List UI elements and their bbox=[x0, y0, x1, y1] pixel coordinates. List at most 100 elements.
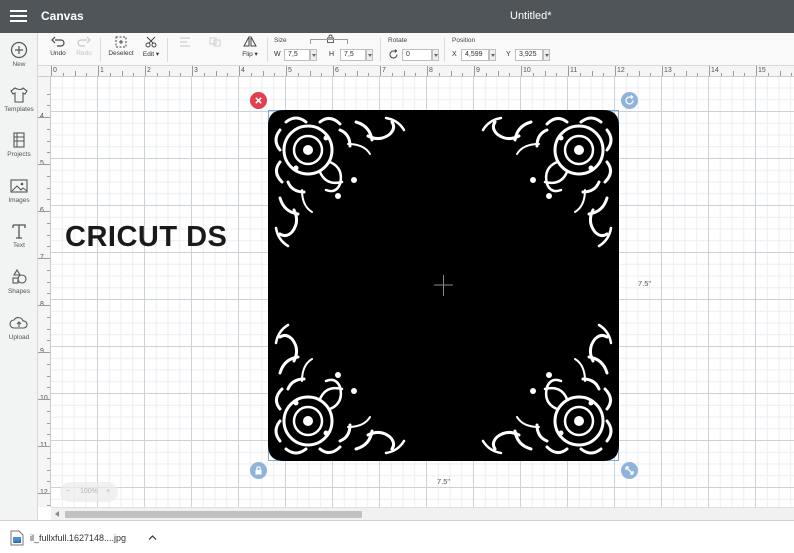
ruler-tick bbox=[109, 73, 111, 76]
ruler-tick bbox=[47, 128, 50, 130]
ruler-tick bbox=[47, 187, 50, 189]
app-title: Canvas bbox=[41, 9, 84, 23]
ruler-tick bbox=[626, 73, 628, 76]
ruler-tick bbox=[239, 66, 240, 76]
sidebar-item-templates[interactable]: Templates bbox=[0, 86, 38, 126]
position-x-input[interactable]: 4,599 bbox=[461, 49, 489, 61]
ruler-tick bbox=[47, 316, 50, 318]
download-item[interactable]: il_fullxfull.1627148....jpg bbox=[8, 528, 160, 548]
ruler-tick bbox=[603, 73, 605, 76]
flip-dropdown[interactable]: Flip ▾ bbox=[237, 36, 263, 58]
horizontal-scrollbar[interactable] bbox=[51, 507, 794, 520]
ruler-tick bbox=[47, 93, 50, 95]
ruler-tick bbox=[47, 293, 50, 295]
redo-icon bbox=[77, 36, 91, 47]
ruler-tick bbox=[38, 164, 50, 165]
toolbar-divider bbox=[100, 38, 101, 62]
sidebar-item-projects[interactable]: Projects bbox=[0, 131, 38, 171]
scroll-left-icon[interactable] bbox=[55, 511, 59, 517]
ruler-tick bbox=[673, 73, 675, 76]
ruler-tick bbox=[47, 234, 50, 236]
cloud-upload-icon bbox=[9, 317, 28, 329]
rotate-input[interactable]: 0 bbox=[402, 49, 432, 61]
align-button bbox=[173, 36, 197, 50]
ruler-tick bbox=[47, 363, 50, 365]
shapes-icon bbox=[12, 268, 27, 284]
zoom-in-icon[interactable]: + bbox=[106, 488, 110, 495]
sidebar-label-text: Text bbox=[13, 242, 25, 249]
redo-button[interactable]: Redo bbox=[72, 36, 96, 57]
ruler-tick bbox=[474, 66, 475, 76]
rotate-handle[interactable] bbox=[621, 92, 638, 109]
ruler-tick bbox=[180, 73, 182, 76]
scrollbar-thumb[interactable] bbox=[65, 511, 362, 518]
canvas-overlay-text: CRICUT DS bbox=[65, 221, 228, 253]
size-label: Size bbox=[274, 37, 287, 44]
ruler-number: 8 bbox=[429, 67, 433, 74]
ruler-tick bbox=[462, 73, 464, 76]
chevron-down-icon: ▾ bbox=[252, 51, 258, 58]
ruler-tick bbox=[356, 71, 358, 76]
height-stepper[interactable] bbox=[366, 49, 373, 61]
ruler-tick bbox=[47, 328, 50, 330]
ruler-tick bbox=[262, 71, 264, 76]
ruler-number: 3 bbox=[194, 67, 198, 74]
ruler-tick bbox=[156, 73, 158, 76]
ruler-tick bbox=[744, 73, 746, 76]
delete-handle[interactable] bbox=[250, 92, 267, 109]
document-title[interactable]: Untitled* bbox=[510, 10, 552, 22]
ruler-tick bbox=[779, 71, 781, 76]
width-stepper[interactable] bbox=[310, 49, 317, 61]
ruler-tick bbox=[38, 352, 50, 353]
lock-handle[interactable] bbox=[250, 462, 267, 479]
ruler-tick bbox=[709, 66, 710, 76]
height-input[interactable]: 7,5 bbox=[340, 49, 366, 61]
sidebar-item-text[interactable]: Text bbox=[0, 222, 38, 262]
ruler-tick bbox=[38, 211, 50, 212]
ruler-tick bbox=[74, 71, 76, 76]
chevron-up-icon[interactable] bbox=[148, 534, 157, 541]
ruler-tick bbox=[732, 71, 734, 76]
ruler-tick bbox=[791, 73, 793, 76]
horizontal-ruler: 0 1 2 3 4 5 6 7 8 9 10 11 12 13 14 15 bbox=[38, 66, 794, 77]
zoom-control[interactable]: − 100% + bbox=[60, 482, 118, 502]
ruler-tick bbox=[521, 66, 522, 76]
ruler-tick bbox=[38, 305, 50, 306]
lace-square-design[interactable] bbox=[268, 110, 619, 461]
download-file-name: il_fullxfull.1627148....jpg bbox=[30, 533, 127, 543]
rotate-label: Rotate bbox=[388, 37, 408, 44]
position-y-label: Y bbox=[506, 51, 511, 58]
ruler-tick bbox=[438, 73, 440, 76]
edit-dropdown[interactable]: Edit ▾ bbox=[139, 36, 163, 58]
ruler-tick bbox=[344, 73, 346, 76]
hamburger-menu-icon[interactable] bbox=[10, 10, 27, 23]
position-x-stepper[interactable] bbox=[489, 49, 496, 61]
sidebar-item-upload[interactable]: Upload bbox=[0, 314, 38, 354]
ruler-tick bbox=[192, 66, 193, 76]
sidebar-item-shapes[interactable]: Shapes bbox=[0, 268, 38, 308]
position-y-stepper[interactable] bbox=[543, 49, 550, 61]
ruler-tick bbox=[638, 71, 640, 76]
deselect-button[interactable]: Deselect bbox=[106, 36, 136, 57]
ruler-tick bbox=[47, 281, 50, 283]
width-input[interactable]: 7,5 bbox=[284, 49, 310, 61]
zoom-out-icon[interactable]: − bbox=[66, 488, 70, 495]
resize-handle[interactable] bbox=[621, 462, 638, 479]
position-y-input[interactable]: 3,925 bbox=[515, 49, 543, 61]
ruler-tick bbox=[47, 140, 50, 142]
height-dimension-label: 7.5" bbox=[638, 279, 652, 288]
undo-label: Undo bbox=[50, 50, 66, 57]
sidebar-label-projects: Projects bbox=[7, 151, 31, 158]
ruler-tick bbox=[697, 73, 699, 76]
sidebar-item-images[interactable]: Images bbox=[0, 177, 38, 217]
width-dimension-label: 7.5" bbox=[437, 477, 451, 486]
sidebar-item-new[interactable]: New bbox=[0, 41, 38, 81]
ruler-tick bbox=[47, 340, 50, 342]
ruler-tick bbox=[121, 71, 123, 76]
undo-button[interactable]: Undo bbox=[46, 36, 70, 57]
sidebar-label-images: Images bbox=[8, 197, 30, 204]
rotate-stepper[interactable] bbox=[432, 49, 439, 61]
ruler-number: 6 bbox=[335, 67, 339, 74]
ruler-tick bbox=[615, 66, 616, 76]
ruler-tick bbox=[591, 71, 593, 76]
